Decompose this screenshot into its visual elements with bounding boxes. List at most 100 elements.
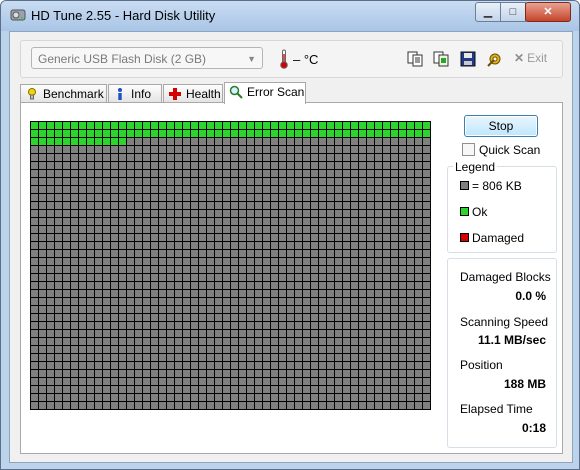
tab-benchmark[interactable]: Benchmark — [20, 84, 107, 102]
scan-block-unscanned — [239, 154, 246, 161]
exit-button[interactable]: ✕ Exit — [514, 51, 547, 65]
scan-block-unscanned — [311, 170, 318, 177]
scan-block-unscanned — [199, 170, 206, 177]
scan-block-unscanned — [303, 242, 310, 249]
scan-block-unscanned — [47, 266, 54, 273]
scan-block-unscanned — [279, 266, 286, 273]
scan-block-unscanned — [359, 338, 366, 345]
scan-block-unscanned — [47, 330, 54, 337]
stop-button[interactable]: Stop — [464, 115, 538, 137]
scan-block-unscanned — [79, 354, 86, 361]
scan-block-unscanned — [55, 394, 62, 401]
options-icon[interactable] — [486, 50, 504, 68]
scan-block-unscanned — [215, 346, 222, 353]
scan-block-unscanned — [111, 146, 118, 153]
scan-block-unscanned — [263, 330, 270, 337]
scan-block-unscanned — [375, 362, 382, 369]
scan-block-unscanned — [143, 354, 150, 361]
scan-block-unscanned — [367, 250, 374, 257]
scan-block-unscanned — [71, 154, 78, 161]
scan-block-unscanned — [247, 314, 254, 321]
scan-block-ok — [135, 122, 142, 129]
scan-block-unscanned — [311, 330, 318, 337]
tab-health[interactable]: Health — [163, 84, 223, 102]
scan-block-unscanned — [351, 314, 358, 321]
scan-block-unscanned — [287, 282, 294, 289]
damaged-blocks-value: 0.0 % — [515, 289, 546, 303]
scan-block-unscanned — [183, 290, 190, 297]
scan-block-unscanned — [375, 178, 382, 185]
scan-block-unscanned — [383, 194, 390, 201]
scan-block-unscanned — [247, 242, 254, 249]
scan-block-unscanned — [359, 298, 366, 305]
scan-block-unscanned — [287, 346, 294, 353]
scan-block-unscanned — [255, 146, 262, 153]
minimize-button[interactable]: ▁ — [475, 2, 501, 22]
scan-block-unscanned — [175, 274, 182, 281]
scan-block-unscanned — [231, 210, 238, 217]
scan-block-unscanned — [143, 178, 150, 185]
scan-block-unscanned — [311, 394, 318, 401]
scan-block-unscanned — [303, 202, 310, 209]
scan-block-unscanned — [167, 186, 174, 193]
scan-block-unscanned — [375, 378, 382, 385]
scan-block-unscanned — [135, 170, 142, 177]
scan-block-unscanned — [215, 138, 222, 145]
scan-block-ok — [319, 130, 326, 137]
scan-block-unscanned — [415, 298, 422, 305]
scan-block-unscanned — [31, 242, 38, 249]
save-icon[interactable] — [459, 50, 477, 68]
scan-block-unscanned — [423, 170, 430, 177]
scan-block-unscanned — [415, 218, 422, 225]
scan-block-unscanned — [47, 146, 54, 153]
scan-block-unscanned — [135, 338, 142, 345]
legend-group: Legend = 806 KB Ok Damaged — [447, 160, 557, 253]
scan-block-unscanned — [223, 250, 230, 257]
scan-block-unscanned — [287, 370, 294, 377]
scan-block-unscanned — [71, 218, 78, 225]
scan-block-unscanned — [263, 282, 270, 289]
scan-block-unscanned — [151, 274, 158, 281]
scan-block-unscanned — [303, 162, 310, 169]
scan-block-unscanned — [103, 170, 110, 177]
maximize-button[interactable]: □ — [500, 2, 526, 22]
scan-block-unscanned — [311, 338, 318, 345]
scan-block-unscanned — [303, 266, 310, 273]
scan-block-unscanned — [215, 202, 222, 209]
tab-info[interactable]: Info — [108, 84, 162, 102]
scan-block-unscanned — [319, 378, 326, 385]
scan-block-unscanned — [239, 290, 246, 297]
scan-block-unscanned — [55, 346, 62, 353]
copy-all-icon[interactable] — [432, 50, 450, 68]
quick-scan-checkbox[interactable]: Quick Scan — [462, 143, 540, 157]
scan-block-unscanned — [39, 258, 46, 265]
scan-block-unscanned — [359, 202, 366, 209]
scan-block-unscanned — [383, 386, 390, 393]
scan-block-unscanned — [295, 346, 302, 353]
quick-scan-checkbox-box[interactable] — [462, 143, 475, 156]
scan-block-unscanned — [271, 226, 278, 233]
title-bar[interactable]: HD Tune 2.55 - Hard Disk Utility ▁ □ ✕ — [1, 1, 579, 31]
scan-block-unscanned — [343, 234, 350, 241]
scan-block-unscanned — [319, 250, 326, 257]
tab-error-scan[interactable]: Error Scan — [224, 82, 306, 104]
scan-block-ok — [255, 130, 262, 137]
scan-block-unscanned — [407, 274, 414, 281]
scan-block-unscanned — [71, 266, 78, 273]
scan-block-unscanned — [135, 378, 142, 385]
position-label: Position — [460, 358, 503, 372]
close-button[interactable]: ✕ — [525, 2, 571, 22]
scan-block-unscanned — [255, 202, 262, 209]
scan-block-unscanned — [383, 306, 390, 313]
scan-block-ok — [167, 122, 174, 129]
scan-block-unscanned — [367, 178, 374, 185]
scan-block-unscanned — [271, 210, 278, 217]
copy-info-icon[interactable] — [406, 50, 424, 68]
scan-block-unscanned — [103, 194, 110, 201]
scan-block-unscanned — [343, 402, 350, 409]
scan-block-unscanned — [103, 250, 110, 257]
drive-select[interactable]: Generic USB Flash Disk (2 GB) ▼ — [31, 47, 263, 69]
scan-block-unscanned — [415, 154, 422, 161]
scan-block-ok — [103, 130, 110, 137]
scan-block-unscanned — [295, 322, 302, 329]
